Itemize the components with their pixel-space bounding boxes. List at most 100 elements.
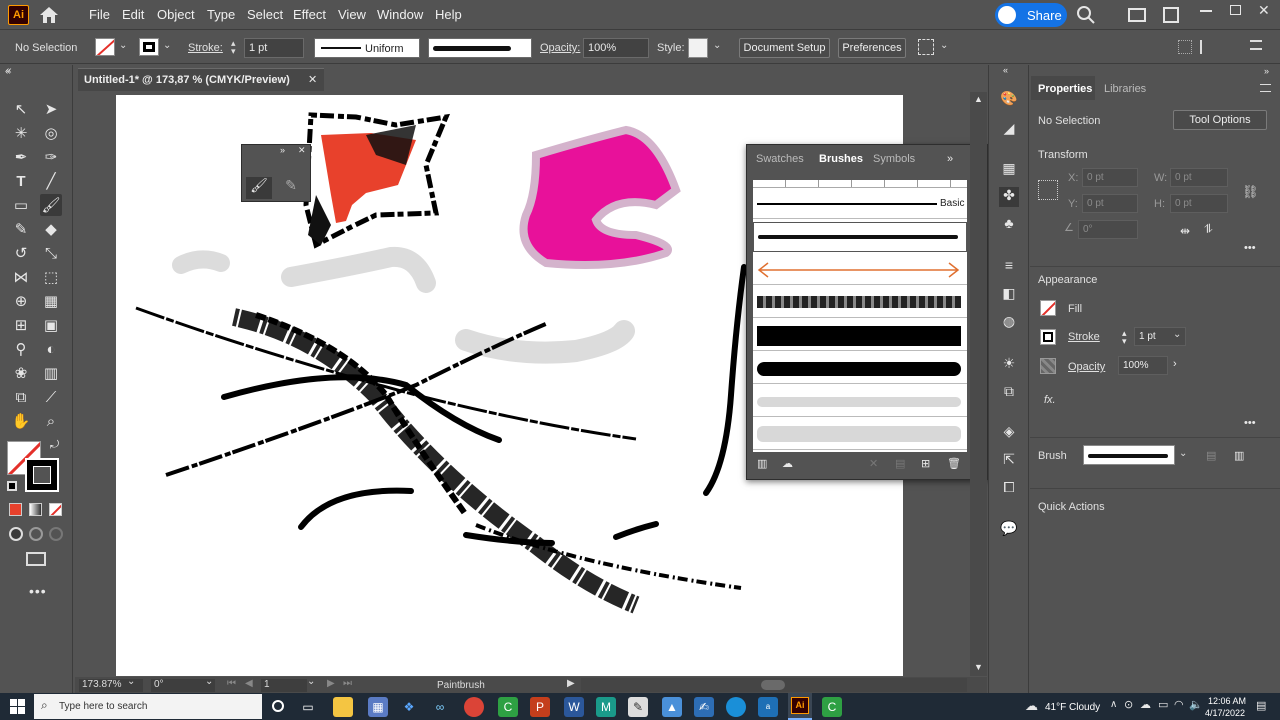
notifications-icon[interactable]: ▤	[1256, 699, 1266, 712]
flip-vertical-icon[interactable]: ⥮	[1204, 222, 1213, 237]
tab-swatches[interactable]: Swatches	[756, 153, 804, 165]
style-swatch[interactable]	[688, 38, 708, 58]
transform-icon[interactable]	[1200, 40, 1218, 54]
clock-time[interactable]: 12:06 AM	[1208, 696, 1246, 706]
paintbrush-icon[interactable]: 🖌	[246, 177, 272, 199]
stroke-dropdown-icon[interactable]: ⌄	[163, 40, 171, 51]
draw-behind-icon[interactable]	[29, 527, 43, 541]
opacity-label[interactable]: Opacity	[1068, 361, 1105, 373]
swatches-panel-icon[interactable]: ▦	[999, 160, 1019, 180]
menu-window[interactable]: Window	[377, 7, 423, 22]
cloud-sync-icon[interactable]: ☁	[1140, 698, 1151, 711]
app-logo[interactable]: Ai	[8, 5, 29, 25]
brush-ink-black[interactable]	[753, 354, 967, 384]
artboard-dropdown-icon[interactable]: ⌄	[307, 676, 315, 687]
tool-options-button[interactable]: Tool Options	[1173, 110, 1267, 130]
rotation-dropdown-icon[interactable]: ⌄	[205, 676, 213, 687]
color-panel-icon[interactable]: 🎨	[999, 90, 1019, 110]
preferences-button[interactable]: Preferences	[838, 38, 906, 58]
type-tool-icon[interactable]: T	[10, 170, 32, 192]
stroke-panel-icon[interactable]: ≡	[999, 257, 1019, 277]
style-dropdown-icon[interactable]: ⌄	[713, 40, 721, 51]
default-colors-icon[interactable]	[7, 481, 17, 491]
blend-tool-icon[interactable]: ◐	[40, 338, 62, 360]
horizontal-scrollbar[interactable]	[581, 678, 967, 692]
mindmap-icon[interactable]: M	[596, 697, 616, 717]
constrain-proportions-icon[interactable]: ⛓	[1242, 184, 1259, 200]
workspace-icon[interactable]	[1128, 8, 1146, 22]
zoom-tool-icon[interactable]: ⌕	[40, 410, 62, 432]
scroll-down-icon[interactable]: ▼	[974, 662, 983, 672]
stroke-swatch[interactable]	[1040, 329, 1056, 345]
next-artboard-icon[interactable]: ▶	[327, 678, 335, 689]
brush-grey-wide[interactable]	[753, 420, 967, 450]
panel-menu-icon[interactable]	[1260, 84, 1271, 92]
fill-dropdown-icon[interactable]: ⌄	[119, 40, 127, 51]
shaper-tool-icon[interactable]: ✎	[10, 218, 32, 240]
tab-symbols[interactable]: Symbols	[873, 153, 915, 165]
paintbrush-tool-icon[interactable]: 🖌	[40, 194, 62, 216]
opacity-input[interactable]: 100%	[1118, 356, 1168, 375]
home-icon[interactable]	[38, 5, 60, 25]
fill-swatch[interactable]	[95, 38, 115, 56]
search-icon[interactable]	[1076, 5, 1096, 25]
tab-libraries[interactable]: Libraries	[1104, 83, 1146, 95]
brush-basic[interactable]: Basic	[753, 189, 967, 219]
color-mode-icon[interactable]	[9, 503, 22, 516]
brush-charcoal[interactable]	[753, 222, 967, 252]
wifi-icon[interactable]: ◠	[1174, 698, 1184, 711]
screen-mode-icon[interactable]	[26, 552, 46, 566]
new-brush-icon[interactable]: ⊞	[921, 457, 930, 470]
menu-help[interactable]: Help	[435, 7, 462, 22]
windows-start-icon[interactable]	[10, 699, 25, 714]
magic-wand-tool-icon[interactable]: ✳	[10, 122, 32, 144]
rotate-tool-icon[interactable]: ↺	[10, 242, 32, 264]
volume-icon[interactable]: 🔈	[1189, 698, 1203, 711]
menu-object[interactable]: Object	[157, 7, 195, 22]
file-explorer-icon[interactable]	[333, 697, 353, 717]
close-icon[interactable]: ✕	[1258, 2, 1270, 19]
menu-view[interactable]: View	[338, 7, 366, 22]
close-document-icon[interactable]: ✕	[308, 73, 317, 86]
tray-chevron-icon[interactable]: ∧	[1110, 699, 1117, 710]
menu-select[interactable]: Select	[247, 7, 283, 22]
brush-chalk[interactable]	[753, 288, 967, 318]
tab-brushes[interactable]: Brushes	[819, 153, 863, 165]
stroke-weight-dropdown-icon[interactable]: ⌄	[1173, 329, 1181, 340]
libraries-panel-icon[interactable]: ☁	[782, 457, 793, 470]
brush-definition-select[interactable]	[428, 38, 532, 58]
store-icon[interactable]: ▦	[368, 697, 388, 717]
fill-swatch[interactable]	[1040, 300, 1056, 316]
zoom-dropdown-icon[interactable]: ⌄	[127, 676, 135, 687]
delete-brush-icon[interactable]: 🗑	[947, 457, 961, 470]
brush-bold-black[interactable]	[753, 321, 967, 351]
appearance-panel-icon[interactable]: ☀	[999, 355, 1019, 375]
flip-horizontal-icon[interactable]: ⇹	[1180, 224, 1190, 238]
status-menu-icon[interactable]: ▶	[567, 678, 575, 689]
pen-tool-icon[interactable]: ✒	[10, 146, 32, 168]
brush-light-grey[interactable]	[753, 387, 967, 417]
brush-arrow[interactable]	[753, 255, 967, 285]
photos-icon[interactable]: ▲	[662, 697, 682, 717]
link-app-icon[interactable]: ∞	[430, 697, 450, 717]
camtasia-recorder-icon[interactable]: C	[822, 697, 842, 717]
menu-file[interactable]: File	[89, 7, 110, 22]
stroke-profile-select[interactable]: Uniform	[314, 38, 420, 58]
more-options-icon[interactable]: •••	[1244, 242, 1256, 254]
brushes-panel-icon[interactable]: ✤	[999, 187, 1019, 207]
symbols-panel-icon[interactable]: ♣	[999, 215, 1019, 235]
eraser-tool-icon[interactable]: ◆	[40, 218, 62, 240]
collapse-panels-icon[interactable]: «	[5, 66, 11, 77]
blob-brush-icon[interactable]: ✎	[278, 177, 304, 199]
first-artboard-icon[interactable]: ⏮	[227, 678, 236, 689]
powerpoint-icon[interactable]: P	[530, 697, 550, 717]
clock-date[interactable]: 4/17/2022	[1205, 708, 1245, 718]
export-icon[interactable]: ⇱	[999, 451, 1019, 471]
symbol-sprayer-tool-icon[interactable]: ❀	[10, 362, 32, 384]
rectangle-tool-icon[interactable]: ▭	[10, 194, 32, 216]
shape-builder-tool-icon[interactable]: ⊕	[10, 290, 32, 312]
amazon-icon[interactable]: a	[758, 697, 778, 717]
curvature-tool-icon[interactable]: ✑	[40, 146, 62, 168]
artboard-number-input[interactable]: 1	[261, 679, 307, 692]
taskbar-search[interactable]: ⌕ Type here to search	[34, 694, 262, 719]
